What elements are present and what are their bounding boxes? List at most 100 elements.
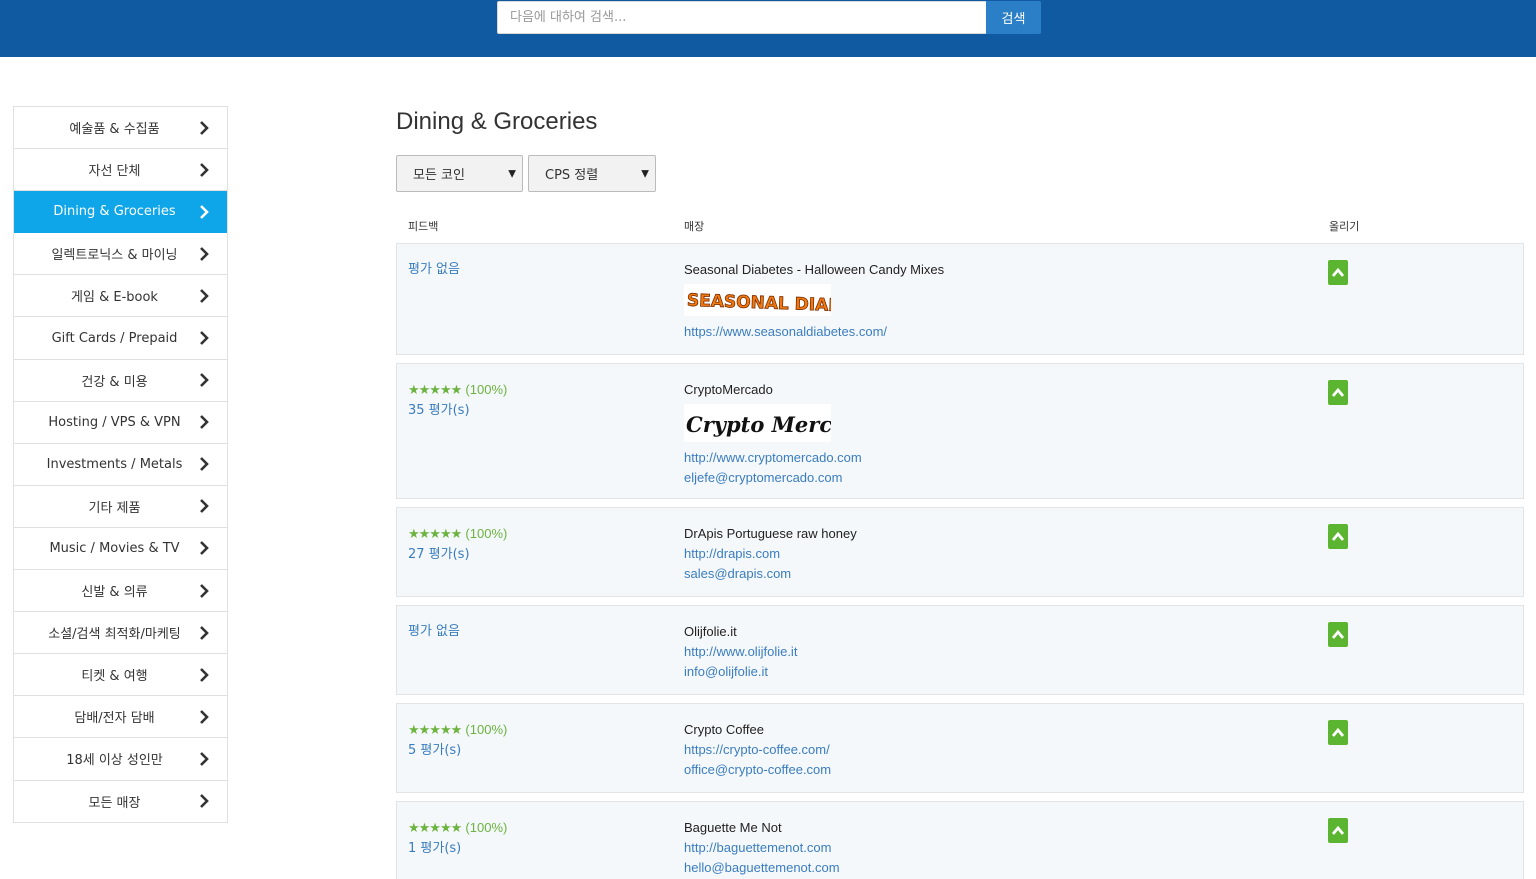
feedback-cell: 평가 없음	[408, 260, 460, 280]
upvote-button[interactable]	[1328, 622, 1348, 647]
merchant-email-link[interactable]: eljefe@cryptomercado.com	[684, 468, 862, 488]
sidebar-item-charity[interactable]: 자선 단체	[14, 149, 227, 192]
upvote-button[interactable]	[1328, 260, 1348, 285]
store-cell: Seasonal Diabetes - Halloween Candy Mixe…	[684, 260, 944, 342]
merchant-list: 평가 없음 Seasonal Diabetes - Halloween Cand…	[396, 243, 1524, 879]
chevron-right-icon	[199, 415, 209, 430]
rating-count-link[interactable]: 27 평가(s)	[408, 545, 507, 565]
merchant-email-link[interactable]: sales@drapis.com	[684, 564, 857, 584]
merchant-email-link[interactable]: info@olijfolie.it	[684, 662, 797, 682]
merchant-name: CryptoMercado	[684, 382, 773, 397]
chevron-right-icon	[199, 583, 209, 598]
sidebar-item-games[interactable]: 게임 & E-book	[14, 275, 227, 318]
sidebar-item-investments[interactable]: Investments / Metals	[14, 443, 227, 486]
column-header-feedback: 피드백	[408, 220, 439, 233]
sort-value: CPS 정렬	[545, 168, 599, 183]
search-input[interactable]	[497, 1, 987, 34]
page-title: Dining & Groceries	[396, 108, 598, 135]
sort-select[interactable]: CPS 정렬 ▼	[528, 155, 656, 192]
merchant-name: DrApis Portuguese raw honey	[684, 526, 857, 541]
merchant-name: Olijfolie.it	[684, 624, 737, 639]
chevron-right-icon	[199, 120, 209, 135]
chevron-up-icon	[1332, 826, 1344, 835]
chevron-right-icon	[199, 289, 209, 303]
sidebar-item-gift-cards[interactable]: Gift Cards / Prepaid	[14, 317, 227, 360]
rating-stars: ★★★★★	[408, 821, 462, 836]
merchant-website-link[interactable]: http://www.cryptomercado.com	[684, 448, 862, 468]
feedback-cell: ★★★★★ (100%) 35 평가(s)	[408, 380, 507, 421]
sidebar-item-label: Music / Movies & TV	[49, 540, 180, 556]
sidebar-item-hosting[interactable]: Hosting / VPS & VPN	[14, 401, 227, 444]
merchant-card: ★★★★★ (100%) 35 평가(s) CryptoMercado Cryp…	[396, 363, 1524, 499]
rating-count-link[interactable]: 5 평가(s)	[408, 741, 507, 761]
store-cell: Olijfolie.it http://www.olijfolie.it inf…	[684, 622, 797, 682]
sidebar-item-label: 예술품 & 수집품	[69, 122, 160, 138]
merchant-card: 평가 없음 Seasonal Diabetes - Halloween Cand…	[396, 243, 1524, 355]
sidebar-item-label: Gift Cards / Prepaid	[51, 330, 178, 346]
top-header: 검색	[0, 0, 1536, 57]
sidebar-item-label: 게임 & E-book	[71, 290, 158, 306]
upvote-button[interactable]	[1328, 380, 1348, 405]
sidebar-item-label: 소셜/검색 최적화/마케팅	[48, 627, 181, 643]
merchant-website-link[interactable]: http://baguettemenot.com	[684, 838, 840, 858]
merchant-website-link[interactable]: http://www.olijfolie.it	[684, 642, 797, 662]
rating-percent: (100%)	[465, 526, 508, 541]
rating-count-link[interactable]: 1 평가(s)	[408, 839, 507, 859]
merchant-email-link[interactable]: office@crypto-coffee.com	[684, 760, 831, 780]
chevron-right-icon	[199, 794, 209, 808]
chevron-right-icon	[199, 204, 209, 219]
merchant-website-link[interactable]: https://crypto-coffee.com/	[684, 740, 831, 760]
chevron-up-icon	[1332, 532, 1344, 541]
sidebar-item-health[interactable]: 건강 & 미용	[14, 359, 227, 402]
no-rating-link[interactable]: 평가 없음	[408, 262, 460, 277]
merchant-card: ★★★★★ (100%) 27 평가(s) DrApis Portuguese …	[396, 507, 1524, 597]
merchant-email-link[interactable]: hello@baguettemenot.com	[684, 858, 840, 878]
sidebar-item-travel[interactable]: 티켓 & 여행	[14, 654, 227, 697]
feedback-cell: ★★★★★ (100%) 5 평가(s)	[408, 720, 507, 761]
sidebar-item-other[interactable]: 기타 제품	[14, 485, 227, 528]
rating-stars: ★★★★★	[408, 383, 462, 398]
upvote-button[interactable]	[1328, 524, 1348, 549]
merchant-name: Crypto Coffee	[684, 722, 764, 737]
svg-text:Crypto Mercado: Crypto Mercado	[686, 412, 831, 437]
dropdown-caret-icon: ▼	[508, 168, 516, 179]
merchant-name: Baguette Me Not	[684, 820, 782, 835]
merchant-logo: SEASONAL DIABETES	[684, 284, 831, 316]
rating-stars: ★★★★★	[408, 723, 462, 738]
sidebar-item-all-stores[interactable]: 모든 매장	[14, 780, 227, 823]
sidebar-item-music[interactable]: Music / Movies & TV	[14, 527, 227, 571]
sidebar-item-label: 담배/전자 담배	[74, 711, 155, 727]
chevron-right-icon	[199, 709, 209, 724]
merchant-card: 평가 없음 Olijfolie.it http://www.olijfolie.…	[396, 605, 1524, 695]
sidebar-item-dining[interactable]: Dining & Groceries	[14, 191, 227, 234]
upvote-button[interactable]	[1328, 720, 1348, 745]
rating-count-link[interactable]: 35 평가(s)	[408, 401, 507, 421]
chevron-right-icon	[199, 246, 209, 261]
dropdown-caret-icon: ▼	[641, 168, 649, 179]
chevron-right-icon	[199, 541, 209, 556]
no-rating-link[interactable]: 평가 없음	[408, 624, 460, 639]
upvote-button[interactable]	[1328, 818, 1348, 843]
sidebar-item-apparel[interactable]: 신발 & 의류	[14, 570, 227, 613]
sidebar-item-arts[interactable]: 예술품 & 수집품	[14, 107, 227, 150]
merchant-card: ★★★★★ (100%) 5 평가(s) Crypto Coffee https…	[396, 703, 1524, 793]
chevron-up-icon	[1332, 630, 1344, 639]
rating-percent: (100%)	[465, 382, 508, 397]
chevron-right-icon	[199, 667, 209, 682]
store-cell: Crypto Coffee https://crypto-coffee.com/…	[684, 720, 831, 780]
sidebar-item-electronics[interactable]: 일렉트로닉스 & 마이닝	[14, 233, 227, 276]
column-header-upvote: 올리기	[1329, 220, 1360, 233]
sidebar-item-tobacco[interactable]: 담배/전자 담배	[14, 696, 227, 739]
sidebar-item-adult[interactable]: 18세 이상 성인만	[14, 738, 227, 781]
coin-filter-select[interactable]: 모든 코인 ▼	[396, 155, 523, 192]
merchant-website-link[interactable]: http://drapis.com	[684, 544, 857, 564]
merchant-website-link[interactable]: https://www.seasonaldiabetes.com/	[684, 322, 944, 342]
merchant-logo: Crypto Mercado	[684, 404, 831, 442]
store-cell: CryptoMercado Crypto Mercado http://www.…	[684, 380, 862, 488]
feedback-cell: ★★★★★ (100%) 1 평가(s)	[408, 818, 507, 859]
sidebar-item-marketing[interactable]: 소셜/검색 최적화/마케팅	[14, 612, 227, 655]
rating-stars: ★★★★★	[408, 527, 462, 542]
sidebar-item-label: 신발 & 의류	[81, 585, 148, 601]
rating-percent: (100%)	[465, 722, 508, 737]
search-button[interactable]: 검색	[986, 1, 1041, 34]
